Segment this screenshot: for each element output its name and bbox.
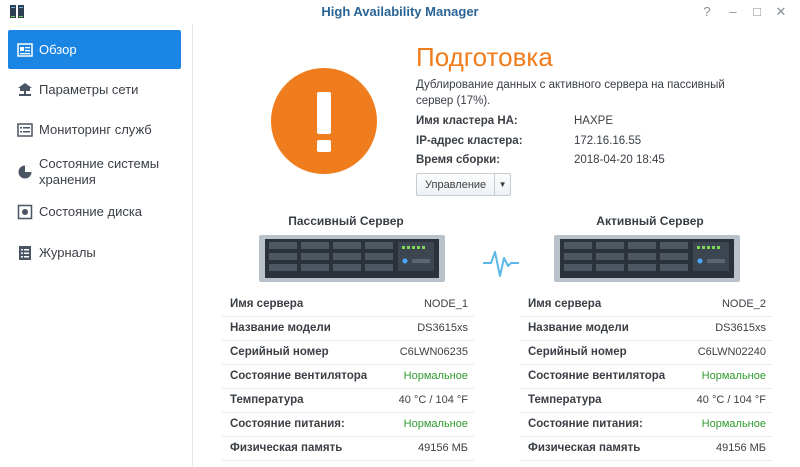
main-panel: Подготовка Дублирование данных с активно… (194, 24, 800, 467)
cluster-name-value: HAXPE (574, 115, 613, 127)
table-row: Серийный номер C6LWN02240 (520, 341, 772, 365)
passive-server-table: Имя сервера NODE_1 Название модели DS3615x… (222, 293, 474, 461)
table-row: Температура 40 °C / 104 °F (520, 389, 772, 413)
status-description: Дублирование данных с активного сервера … (416, 79, 725, 107)
row-label: Имя сервера (528, 298, 602, 310)
service-monitor-icon (17, 123, 33, 137)
table-row: Физическая память 49156 МБ (520, 437, 772, 461)
row-label: Состояние вентилятора (230, 370, 368, 382)
active-server-rack-icon (554, 235, 740, 282)
status-indicator (271, 68, 377, 174)
row-label: Название модели (528, 322, 629, 334)
sidebar-item-label: Параметры сети (39, 82, 139, 97)
table-row: Имя сервера NODE_1 (222, 293, 474, 317)
row-value: 49156 МБ (417, 442, 468, 454)
sidebar-item-label: Журналы (39, 245, 96, 260)
row-label: Состояние питания: (528, 418, 643, 430)
disk-icon (17, 204, 33, 220)
row-value: 40 °C / 104 °F (696, 394, 766, 406)
row-value: Нормальное (701, 370, 766, 382)
row-label: Серийный номер (528, 346, 627, 358)
minimize-button[interactable]: – (724, 3, 742, 21)
heartbeat-icon (483, 251, 519, 277)
sidebar-item-logs[interactable]: Журналы (8, 237, 181, 269)
row-value: Нормальное (403, 418, 468, 430)
maximize-button[interactable]: □ (748, 3, 766, 21)
row-value: Нормальное (403, 370, 468, 382)
sidebar-item-network[interactable]: Параметры сети (8, 74, 181, 106)
active-server-heading: Активный Сервер (596, 214, 704, 228)
status-title: Подготовка (416, 42, 553, 72)
row-value: 49156 МБ (715, 442, 766, 454)
table-row: Серийный номер C6LWN06235 (222, 341, 474, 365)
passive-server-heading: Пассивный Сервер (288, 214, 404, 228)
row-value: Нормальное (701, 418, 766, 430)
row-label: Состояние вентилятора (528, 370, 666, 382)
table-row: Имя сервера NODE_2 (520, 293, 772, 317)
table-row: Температура 40 °C / 104 °F (222, 389, 474, 413)
row-value: NODE_1 (423, 298, 468, 310)
row-label: Серийный номер (230, 346, 329, 358)
sidebar-item-label: Состояние системы хранения (39, 156, 160, 187)
manage-button[interactable]: Управление ▼ (416, 173, 511, 196)
row-value: DS3615xs (715, 322, 766, 334)
cluster-ip-label: IP-адрес кластера: (416, 135, 523, 147)
row-label: Название модели (230, 322, 331, 334)
row-value: C6LWN06235 (399, 346, 468, 358)
sidebar-item-label: Обзор (39, 41, 77, 57)
network-icon (18, 83, 32, 96)
help-button[interactable]: ? (698, 3, 716, 21)
table-row: Состояние вентилятора Нормальное (222, 365, 474, 389)
row-value: C6LWN02240 (697, 346, 766, 358)
storage-status-icon (18, 165, 32, 179)
table-row: Физическая память 49156 МБ (222, 437, 474, 461)
row-label: Состояние питания: (230, 418, 345, 430)
passive-server-rack-icon (259, 235, 445, 282)
row-label: Физическая память (230, 442, 343, 454)
sidebar: Обзор Параметры сети Мониторинг служб Со… (0, 24, 193, 467)
logs-icon (19, 246, 31, 260)
build-time-value: 2018-04-20 18:45 (574, 154, 665, 166)
sidebar-item-storage-status[interactable]: Состояние системы хранения (8, 152, 181, 192)
app-window: High Availability Manager ? – □ ✕ Обзор … (0, 0, 800, 467)
close-button[interactable]: ✕ (772, 3, 790, 21)
row-value: NODE_2 (721, 298, 766, 310)
manage-button-label: Управление (425, 178, 487, 191)
overview-icon (17, 42, 33, 57)
chevron-down-icon[interactable]: ▼ (495, 180, 510, 189)
build-time-label: Время сборки: (416, 154, 501, 166)
exclamation-icon (317, 92, 331, 152)
table-row: Название модели DS3615xs (520, 317, 772, 341)
title-bar: High Availability Manager ? – □ ✕ (0, 0, 800, 24)
table-row: Название модели DS3615xs (222, 317, 474, 341)
sidebar-item-service-monitor[interactable]: Мониторинг служб (8, 114, 181, 146)
table-row: Состояние питания: Нормальное (222, 413, 474, 437)
row-value: DS3615xs (417, 322, 468, 334)
row-label: Температура (528, 394, 602, 406)
sidebar-item-overview[interactable]: Обзор (8, 30, 181, 69)
sidebar-item-label: Мониторинг служб (39, 122, 152, 137)
sidebar-item-label: Состояние диска (39, 204, 143, 219)
cluster-ip-value: 172.16.16.55 (574, 135, 642, 147)
cluster-name-label: Имя кластера HA: (416, 115, 518, 127)
active-server-table: Имя сервера NODE_2 Название модели DS3615x… (520, 293, 772, 461)
row-label: Физическая память (528, 442, 641, 454)
window-title: High Availability Manager (321, 4, 479, 19)
row-label: Температура (230, 394, 304, 406)
table-row: Состояние вентилятора Нормальное (520, 365, 772, 389)
row-label: Имя сервера (230, 298, 304, 310)
sidebar-item-disk[interactable]: Состояние диска (8, 196, 181, 228)
table-row: Состояние питания: Нормальное (520, 413, 772, 437)
row-value: 40 °C / 104 °F (398, 394, 468, 406)
